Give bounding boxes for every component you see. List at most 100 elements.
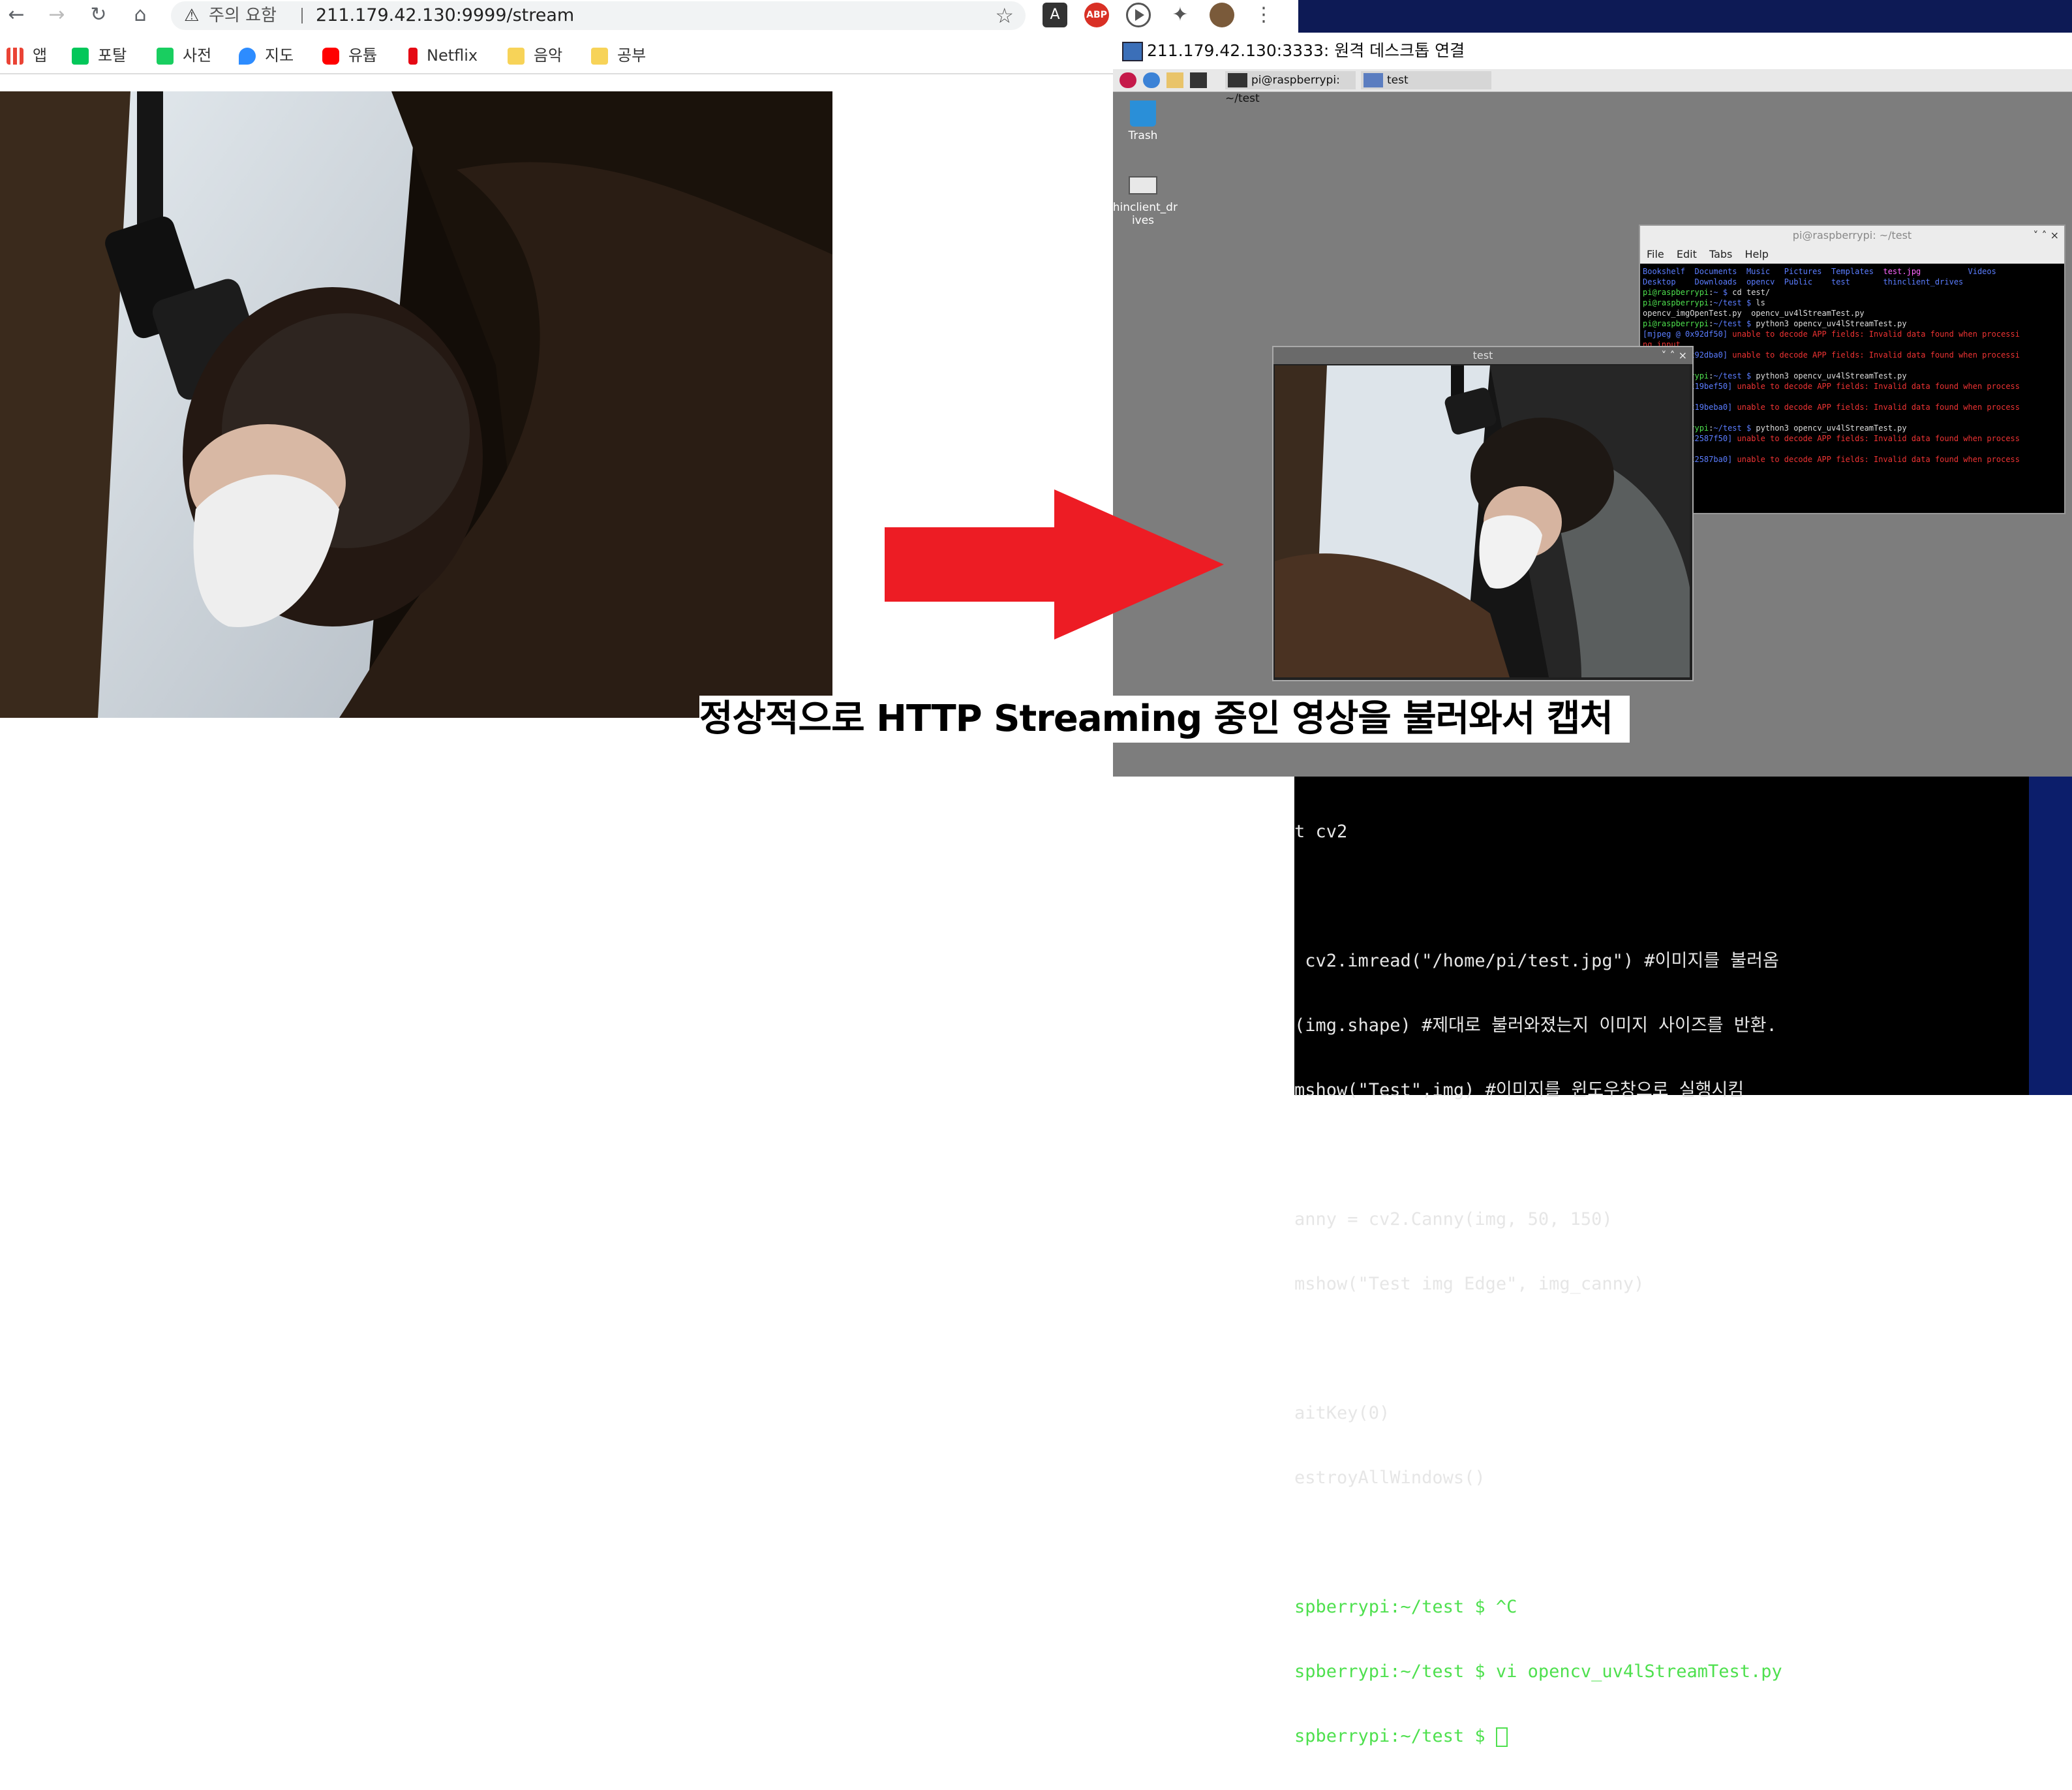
rdp-app-icon	[1122, 42, 1143, 61]
bookmark-label: Netflix	[427, 46, 478, 65]
prompt-line: spberrypi:~/test $ ^C	[1294, 1597, 1517, 1617]
terminal-code-lines: t cv2 cv2.imread("/home/pi/test.jpg") #이…	[1294, 778, 2025, 1790]
window-controls[interactable]: ˅ ˄ ×	[2033, 226, 2059, 245]
bookmark-label: 유튭	[348, 46, 378, 65]
prompt-line: spberrypi:~/test $ vi opencv_uv4lStreamT…	[1294, 1661, 1782, 1682]
avatar[interactable]	[1210, 3, 1234, 27]
menu-help[interactable]: Help	[1744, 248, 1768, 260]
browser-toolbar: ← → ↻ ⌂ ⚠ 주의 요함 211.179.42.130:9999/stre…	[0, 0, 1298, 30]
taskbar-terminal-task[interactable]: pi@raspberrypi: ~/test	[1225, 71, 1356, 105]
captured-frame-illustration	[1275, 365, 1690, 677]
stream-image	[0, 91, 832, 718]
code-line: (img.shape) #제대로 불러와졌는지 이미지 사이즈를 반환.	[1294, 1015, 1777, 1036]
captured-frame	[1275, 365, 1690, 677]
back-icon[interactable]: ←	[4, 3, 29, 27]
translate-icon[interactable]: A	[1043, 3, 1067, 27]
terminal-output[interactable]: Bookshelf Documents Music Pictures Templ…	[1643, 266, 2060, 508]
youtube-icon	[322, 48, 339, 65]
bookmark-label: 공부	[617, 46, 647, 65]
window-controls[interactable]: ˅ ˄ ×	[1661, 347, 1687, 364]
bookmark-folder-study[interactable]: 공부	[591, 44, 646, 67]
folder-icon	[508, 48, 525, 65]
code-line: estroyAllWindows()	[1294, 1468, 1485, 1488]
netflix-icon	[408, 48, 418, 65]
terminal-title: pi@raspberrypi: ~/test	[1792, 229, 1912, 241]
bookmark-label: 지도	[265, 46, 294, 65]
code-line: anny = cv2.Canny(img, 50, 150)	[1294, 1209, 1613, 1229]
forward-icon[interactable]: →	[44, 3, 69, 27]
desktop-icon-trash[interactable]: Trash	[1104, 100, 1182, 142]
drive-icon	[1129, 176, 1157, 194]
caption-annotation: 정상적으로 HTTP Streaming 중인 영상을 불러와서 캡처	[699, 696, 1630, 743]
code-line: aitKey(0)	[1294, 1403, 1390, 1423]
bookmark-portal[interactable]: 포탈	[72, 44, 127, 67]
reload-icon[interactable]: ↻	[86, 3, 111, 27]
home-icon[interactable]: ⌂	[128, 3, 153, 27]
address-bar[interactable]: ⚠ 주의 요함 211.179.42.130:9999/stream ☆	[171, 1, 1026, 30]
background-window-strip	[1298, 0, 2072, 33]
puzzle-icon[interactable]: ✦	[1168, 3, 1193, 27]
raspberry-menu-icon[interactable]	[1120, 72, 1136, 88]
menu-tabs[interactable]: Tabs	[1709, 248, 1732, 260]
bookmark-youtube[interactable]: 유튭	[322, 44, 377, 67]
lxterminal-window: pi@raspberrypi: ~/test ˅ ˄ × File Edit T…	[1639, 224, 2065, 514]
bookmark-apps[interactable]: 앱	[7, 44, 47, 67]
adblock-icon[interactable]: ABP	[1084, 3, 1109, 27]
prompt-line: spberrypi:~/test $	[1294, 1725, 2025, 1747]
menu-edit[interactable]: Edit	[1677, 248, 1697, 260]
raspberry-pi-taskbar: pi@raspberrypi: ~/test test	[1113, 69, 2072, 105]
code-line: mshow("Test",img) #이미지를 윈도우창으로 실행시킴	[1294, 1080, 1744, 1100]
play-icon[interactable]	[1126, 3, 1151, 27]
url-text[interactable]: 211.179.42.130:9999/stream	[316, 1, 574, 30]
desktop-icon-label: thinclient_drives	[1108, 201, 1178, 227]
naver-icon	[72, 48, 89, 65]
folder-icon	[591, 48, 608, 65]
cv-window-title: test	[1472, 349, 1493, 362]
task-label: test	[1387, 74, 1409, 87]
bookmark-folder-music[interactable]: 음악	[508, 44, 562, 67]
desktop-icon-label: Trash	[1128, 129, 1158, 142]
rdp-titlebar[interactable]: 211.179.42.130:3333: 원격 데스크톱 연결	[1113, 33, 2072, 69]
terminal-titlebar[interactable]: pi@raspberrypi: ~/test ˅ ˄ ×	[1640, 226, 2064, 245]
taskbar-test-task[interactable]: test	[1361, 71, 1491, 89]
dictionary-icon	[157, 48, 174, 65]
web-browser-icon[interactable]	[1143, 72, 1160, 88]
bookmark-star-icon[interactable]: ☆	[995, 1, 1014, 30]
terminal-icon[interactable]	[1190, 72, 1207, 88]
red-arrow-annotation	[885, 489, 1224, 640]
terminal-menubar: File Edit Tabs Help	[1640, 245, 2064, 264]
security-label[interactable]: 주의 요함	[209, 1, 277, 30]
bookmark-map[interactable]: 지도	[239, 44, 294, 67]
host-terminal[interactable]: t cv2 cv2.imread("/home/pi/test.jpg") #이…	[1294, 777, 2029, 1747]
opencv-imshow-window: test ˅ ˄ ×	[1272, 346, 1694, 681]
terminal-icon	[1228, 73, 1247, 87]
menu-file[interactable]: File	[1647, 248, 1664, 260]
bookmark-netflix[interactable]: Netflix	[408, 44, 478, 67]
warning-icon[interactable]: ⚠	[184, 1, 199, 30]
kebab-menu-icon[interactable]: ⋮	[1251, 3, 1276, 27]
window-icon	[1364, 73, 1383, 87]
rdp-title: 211.179.42.130:3333: 원격 데스크톱 연결	[1147, 41, 1465, 60]
address-separator	[301, 8, 303, 23]
code-line: mshow("Test img Edge", img_canny)	[1294, 1274, 1645, 1294]
code-line: t cv2	[1294, 822, 1348, 842]
bookmark-label: 음악	[534, 46, 563, 65]
file-manager-icon[interactable]	[1166, 72, 1183, 88]
trash-icon	[1130, 100, 1156, 127]
map-pin-icon	[239, 48, 256, 65]
background-window-edge	[2029, 777, 2072, 1095]
cv-window-titlebar[interactable]: test ˅ ˄ ×	[1273, 347, 1692, 364]
desktop-icon-thinclient-drives[interactable]: thinclient_drives	[1104, 176, 1182, 227]
webcam-frame-illustration	[0, 91, 832, 718]
terminal-cursor	[1495, 1727, 1508, 1747]
code-line: cv2.imread("/home/pi/test.jpg") #이미지를 불러…	[1294, 951, 1779, 971]
bookmark-label: 사전	[183, 46, 212, 65]
bookmark-dictionary[interactable]: 사전	[157, 44, 211, 67]
bookmarks-bar: 앱 포탈 사전 지도 유튭 Netflix 음악 공부	[0, 38, 1298, 74]
bookmark-label: 포탈	[98, 46, 127, 65]
arrow-shape	[885, 489, 1224, 640]
